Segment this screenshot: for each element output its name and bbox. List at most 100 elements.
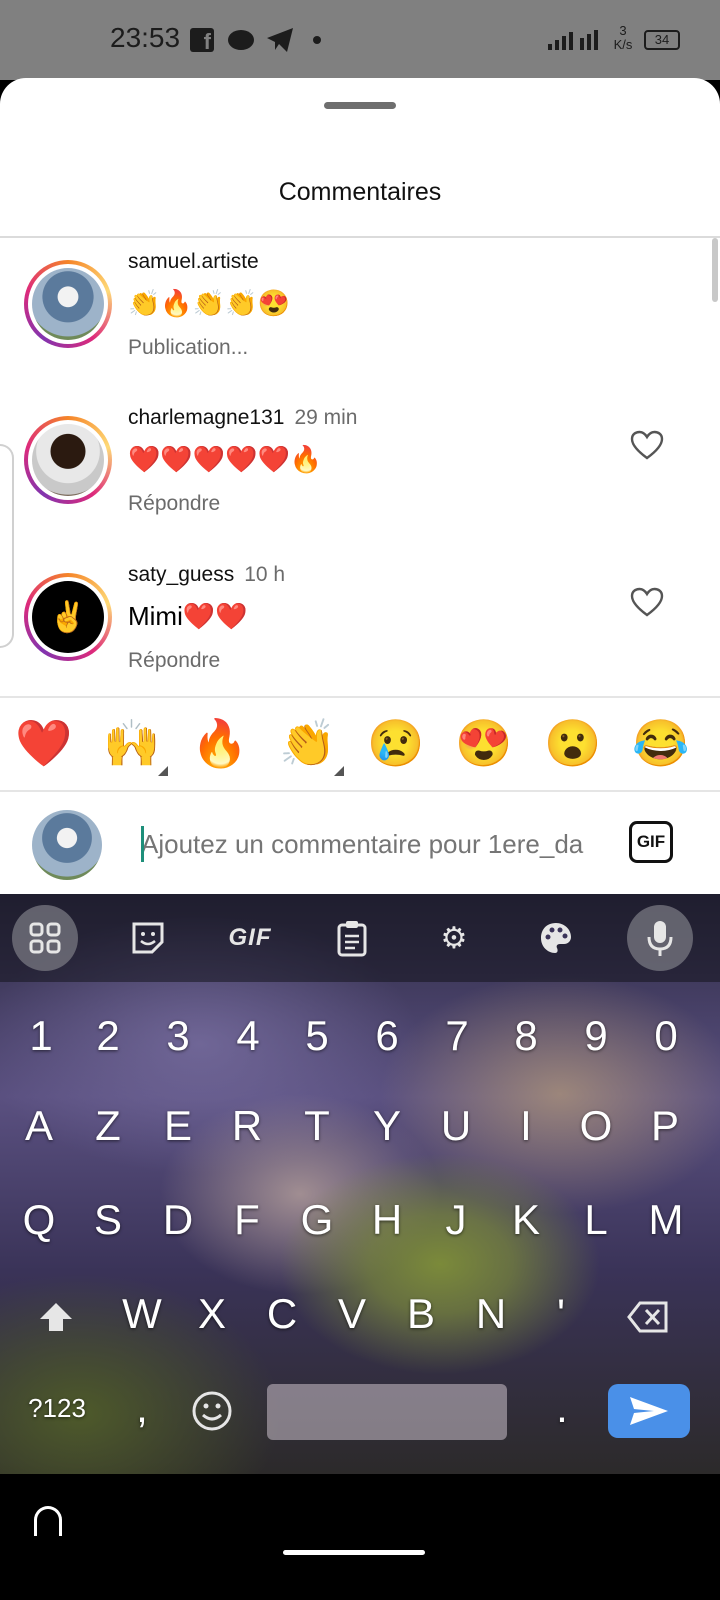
key-g[interactable]: G (283, 1180, 351, 1260)
comment-text: ❤️❤️❤️❤️❤️🔥 (128, 444, 323, 474)
key-apostrophe[interactable]: ' (527, 1274, 595, 1354)
comma-key[interactable]: , (112, 1368, 172, 1448)
status-bar: 23:53 f 3 K/s 34 (0, 0, 720, 80)
reply-button[interactable]: Répondre (128, 492, 220, 516)
avatar-image (32, 268, 104, 340)
emoji-crying-button[interactable]: 😢 (366, 716, 426, 770)
comment-composer: GIF (0, 792, 720, 894)
avatar[interactable] (24, 416, 112, 504)
key-o[interactable]: O (562, 1086, 630, 1166)
home-gesture-bar[interactable] (283, 1550, 425, 1555)
palette-icon[interactable] (524, 906, 588, 970)
sheet-title: Commentaires (278, 178, 442, 206)
symbols-key[interactable]: ?123 (20, 1368, 94, 1448)
signal-strength-icon (548, 30, 598, 50)
key-p[interactable]: P (631, 1086, 699, 1166)
sheet-drag-handle[interactable] (324, 102, 396, 109)
sticker-icon[interactable] (116, 906, 180, 970)
comment-time: 10 h (244, 563, 286, 586)
clipboard-icon[interactable] (320, 906, 384, 970)
gif-icon[interactable]: GIF (218, 906, 282, 970)
comment-input[interactable] (141, 822, 599, 866)
emoji-laughing-button[interactable]: 😂 (631, 716, 691, 770)
key-v[interactable]: V (318, 1274, 386, 1354)
key-l[interactable]: L (562, 1180, 630, 1260)
key-n[interactable]: N (457, 1274, 525, 1354)
emoji-raised-hands-button[interactable]: 🙌 (102, 716, 162, 770)
key-h[interactable]: H (353, 1180, 421, 1260)
username-text[interactable]: samuel.artiste (128, 250, 259, 273)
key-1[interactable]: 1 (7, 996, 75, 1076)
gif-button[interactable]: GIF (629, 821, 673, 863)
apps-grid-icon[interactable] (12, 905, 78, 971)
key-j[interactable]: J (422, 1180, 490, 1260)
heart-like-icon[interactable] (630, 587, 664, 617)
key-2[interactable]: 2 (74, 996, 142, 1076)
reply-button[interactable]: Répondre (128, 649, 220, 673)
keyboard-switch-icon[interactable] (34, 1506, 62, 1536)
key-q[interactable]: Q (5, 1180, 73, 1260)
avatar[interactable] (24, 260, 112, 348)
emoji-heart-eyes-button[interactable]: 😍 (454, 716, 514, 770)
microphone-icon[interactable] (627, 905, 693, 971)
emoji-surprised-button[interactable]: 😮 (543, 716, 603, 770)
backspace-key[interactable] (614, 1274, 682, 1354)
telegram-notification-icon (267, 28, 293, 52)
key-z[interactable]: Z (74, 1086, 142, 1166)
key-d[interactable]: D (144, 1180, 212, 1260)
shift-key[interactable] (22, 1274, 90, 1354)
network-speed-unit: K/s (613, 37, 633, 52)
key-c[interactable]: C (248, 1274, 316, 1354)
key-x[interactable]: X (178, 1274, 246, 1354)
username-text[interactable]: charlemagne131 (128, 406, 284, 429)
key-0[interactable]: 0 (632, 996, 700, 1076)
settings-gear-icon[interactable]: ⚙ (422, 906, 486, 970)
comments-sheet: Commentaires samuel.artiste 👏🔥👏👏😍 Public… (0, 78, 720, 894)
key-y[interactable]: Y (353, 1086, 421, 1166)
key-e[interactable]: E (144, 1086, 212, 1166)
key-4[interactable]: 4 (214, 996, 282, 1076)
comment-username[interactable]: charlemagne131 29 min (128, 406, 357, 430)
comment-username[interactable]: samuel.artiste (128, 250, 269, 274)
emoji-clapping-button[interactable]: 👏 (278, 716, 338, 770)
keyboard-toolbar: GIF ⚙ (0, 894, 720, 982)
send-key[interactable] (608, 1384, 690, 1438)
network-speed: 3 K/s (608, 24, 638, 52)
facebook-notification-icon: f (190, 28, 214, 54)
avatar[interactable]: ✌ (24, 573, 112, 661)
space-key[interactable] (267, 1384, 507, 1440)
key-k[interactable]: K (492, 1180, 560, 1260)
key-u[interactable]: U (422, 1086, 490, 1166)
avatar-image: ✌ (32, 581, 104, 653)
key-w[interactable]: W (108, 1274, 176, 1354)
key-a[interactable]: A (5, 1086, 73, 1166)
avatar-image (32, 424, 104, 496)
emoji-key[interactable] (178, 1368, 246, 1448)
key-5[interactable]: 5 (283, 996, 351, 1076)
key-7[interactable]: 7 (423, 996, 491, 1076)
username-text[interactable]: saty_guess (128, 563, 234, 586)
quick-emoji-bar: ❤️ 🙌 🔥 👏 😢 😍 😮 😂 (0, 698, 720, 790)
key-f[interactable]: F (213, 1180, 281, 1260)
heart-like-icon[interactable] (630, 430, 664, 460)
key-3[interactable]: 3 (144, 996, 212, 1076)
current-user-avatar (32, 810, 102, 880)
comment-status: Publication... (128, 336, 249, 359)
emoji-heart-button[interactable]: ❤️ (14, 716, 74, 770)
key-i[interactable]: I (492, 1086, 560, 1166)
key-8[interactable]: 8 (492, 996, 560, 1076)
key-9[interactable]: 9 (562, 996, 630, 1076)
system-navigation-bar (0, 1474, 720, 1600)
text-caret (141, 826, 144, 862)
keyboard: GIF ⚙ 1 2 3 4 5 6 7 8 9 0 A Z E R T Y U … (0, 894, 720, 1474)
key-t[interactable]: T (283, 1086, 351, 1166)
emoji-fire-button[interactable]: 🔥 (190, 716, 250, 770)
key-m[interactable]: M (632, 1180, 700, 1260)
key-b[interactable]: B (387, 1274, 455, 1354)
key-s[interactable]: S (74, 1180, 142, 1260)
key-r[interactable]: R (213, 1086, 281, 1166)
comment-username[interactable]: saty_guess 10 h (128, 563, 285, 587)
comment-item: samuel.artiste 👏🔥👏👏😍 Publication... (0, 238, 720, 388)
key-6[interactable]: 6 (353, 996, 421, 1076)
period-key[interactable]: . (530, 1368, 594, 1448)
